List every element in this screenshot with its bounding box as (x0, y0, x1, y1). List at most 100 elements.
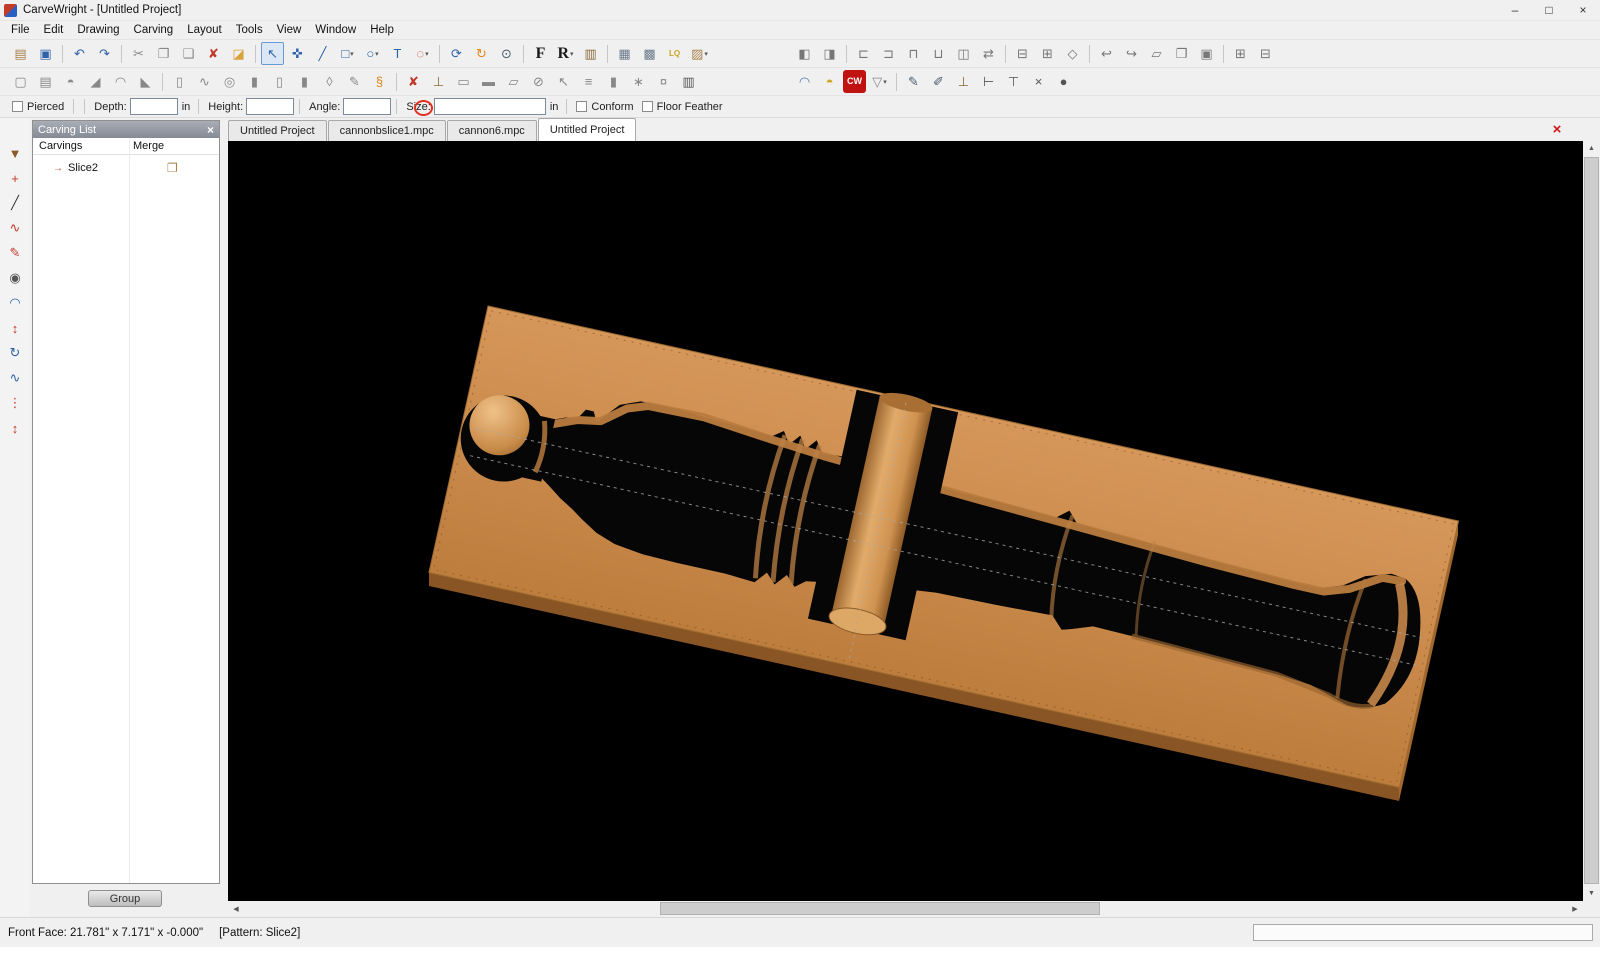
carve-pattern-icon[interactable]: ▼ (4, 142, 26, 164)
align-bottom-icon[interactable]: ⊔ (927, 42, 950, 65)
tab-untitled-project-1[interactable]: Untitled Project (228, 120, 327, 141)
close-button[interactable]: × (1566, 0, 1600, 21)
zoom-tool-icon[interactable]: ⊙ (495, 42, 518, 65)
stack-tool-icon[interactable]: ≡ (577, 70, 600, 93)
edit-points-icon[interactable]: + (4, 167, 26, 189)
new-project-icon[interactable]: ▤ (9, 42, 32, 65)
board-flip-v-icon[interactable]: ◨ (818, 42, 841, 65)
merge-pages-icon[interactable]: ❐ (167, 161, 178, 175)
regenerate-icon[interactable]: ↻ (470, 42, 493, 65)
dome-tool-icon[interactable]: ◓ (59, 70, 82, 93)
extrude-tool-icon[interactable]: ▯ (168, 70, 191, 93)
gear-tool-icon[interactable]: ∗ (627, 70, 650, 93)
menu-tools[interactable]: Tools (229, 21, 270, 40)
rotate-view-icon[interactable]: ⟳ (445, 42, 468, 65)
cw-store-icon[interactable]: CW (843, 70, 866, 93)
restore-button[interactable]: □ (1532, 0, 1566, 21)
draft-pen-icon[interactable]: ✎ (902, 70, 925, 93)
finial-tool-icon[interactable]: ◓ (818, 70, 841, 93)
cut-icon[interactable]: ✂ (127, 42, 150, 65)
scroll-down-arrow[interactable]: ▼ (1583, 886, 1600, 901)
horizontal-scroll-thumb[interactable] (660, 902, 1100, 915)
bezier-icon[interactable]: ∿ (4, 217, 26, 239)
remove-carve-icon[interactable]: ✘ (402, 70, 425, 93)
grow-board-icon[interactable]: ⊞ (1036, 42, 1059, 65)
tab-cannon6[interactable]: cannon6.mpc (447, 120, 537, 141)
menu-view[interactable]: View (270, 21, 309, 40)
grid-icon[interactable]: ▦ (613, 42, 636, 65)
minimize-button[interactable]: – (1498, 0, 1532, 21)
prev-view-icon[interactable]: ↩ (1095, 42, 1118, 65)
rotate-cw-icon[interactable]: ↻ (4, 342, 26, 364)
tab-untitled-project-2[interactable]: Untitled Project (538, 118, 637, 141)
revolve-tool-icon[interactable]: ◎ (218, 70, 241, 93)
bevel-tool-icon[interactable]: ◢ (84, 70, 107, 93)
keyhole-tool-icon[interactable]: § (368, 70, 391, 93)
tab-cannonbslice1[interactable]: cannonbslice1.mpc (328, 120, 446, 141)
drill-tool-icon[interactable]: ⊥ (427, 70, 450, 93)
select-carve-icon[interactable]: ↖ (552, 70, 575, 93)
height-input[interactable] (246, 98, 294, 115)
outline-tool-icon[interactable]: ▭ (452, 70, 475, 93)
board-settings-icon[interactable]: ▥ (579, 42, 602, 65)
board-flip-h-icon[interactable]: ◧ (793, 42, 816, 65)
drape-tool-icon[interactable]: ◊ (318, 70, 341, 93)
disc-icon[interactable]: ◉ (4, 267, 26, 289)
texture-view-icon[interactable]: ▨ (688, 42, 711, 65)
rosette-tool-icon[interactable]: ¤ (652, 70, 675, 93)
carve-region-icon[interactable]: ▢ (9, 70, 32, 93)
font-select-icon[interactable]: F (529, 42, 552, 65)
probe-tool-icon[interactable]: ● (1052, 70, 1075, 93)
mirror-icon[interactable]: ⇄ (977, 42, 1000, 65)
carving-canvas[interactable] (228, 141, 1583, 901)
angle-input[interactable] (343, 98, 391, 115)
menu-layout[interactable]: Layout (180, 21, 229, 40)
shell-tool-icon[interactable]: ◠ (793, 70, 816, 93)
knife-icon[interactable]: ╱ (4, 192, 26, 214)
reference-book-icon[interactable]: ▥ (677, 70, 700, 93)
layout-icon[interactable]: ▣ (1195, 42, 1218, 65)
pierce-tool-icon[interactable]: ▱ (502, 70, 525, 93)
align-left-icon[interactable]: ⊏ (852, 42, 875, 65)
arc-tool-icon[interactable]: ◌ (411, 42, 434, 65)
ungroup-objects-icon[interactable]: ⊟ (1254, 42, 1277, 65)
shrink-board-icon[interactable]: ⊟ (1011, 42, 1034, 65)
scroll-up-arrow[interactable]: ▲ (1583, 141, 1600, 156)
rectangle-tool-icon[interactable]: □ (336, 42, 359, 65)
mallet-tool-icon[interactable]: ⊤ (1002, 70, 1025, 93)
clamp-tool-icon[interactable]: ⊥ (952, 70, 975, 93)
group-objects-icon[interactable]: ⊞ (1229, 42, 1252, 65)
chisel-tool-icon[interactable]: × (1027, 70, 1050, 93)
align-top-icon[interactable]: ⊓ (902, 42, 925, 65)
dots-icon[interactable]: ⋮ (4, 392, 26, 414)
carving-list-header[interactable]: Carving List × (33, 121, 219, 138)
cylinder-stack-icon[interactable]: ▮ (602, 70, 625, 93)
spindle-tool-icon[interactable]: ▮ (243, 70, 266, 93)
carving-list-item-slice2[interactable]: → Slice2 ❐ (33, 159, 219, 177)
center-both-icon[interactable]: ◫ (952, 42, 975, 65)
delete-icon[interactable]: ✘ (202, 42, 225, 65)
chamfer-tool-icon[interactable]: ◣ (134, 70, 157, 93)
save-icon[interactable]: ▣ (34, 42, 57, 65)
menu-carving[interactable]: Carving (127, 21, 181, 40)
measure-v-icon[interactable]: ↕ (4, 317, 26, 339)
group-button[interactable]: Group (88, 890, 162, 907)
carving-list-close-icon[interactable]: × (207, 123, 214, 137)
view-close-icon[interactable]: × (1548, 121, 1566, 139)
horizontal-scrollbar[interactable]: ◀ ▶ (228, 901, 1583, 917)
pattern-library-icon[interactable]: ▤ (34, 70, 57, 93)
scroll-right-arrow[interactable]: ▶ (1567, 901, 1583, 917)
brush-icon[interactable]: ✎ (4, 242, 26, 264)
centerline-tool-icon[interactable]: ▬ (477, 70, 500, 93)
menu-edit[interactable]: Edit (37, 21, 71, 40)
size-input[interactable] (434, 98, 546, 115)
lq-view-icon[interactable]: LQ (663, 42, 686, 65)
paste-icon[interactable]: ❏ (177, 42, 200, 65)
baluster-tool-icon[interactable]: ▮ (293, 70, 316, 93)
menu-file[interactable]: File (4, 21, 37, 40)
board-check-icon[interactable]: ▽ (868, 70, 891, 93)
snap-grid-icon[interactable]: ▩ (638, 42, 661, 65)
conform-checkbox[interactable]: Conform (576, 101, 633, 113)
round-over-icon[interactable]: ◠ (109, 70, 132, 93)
select-tool-icon[interactable]: ↖ (261, 42, 284, 65)
